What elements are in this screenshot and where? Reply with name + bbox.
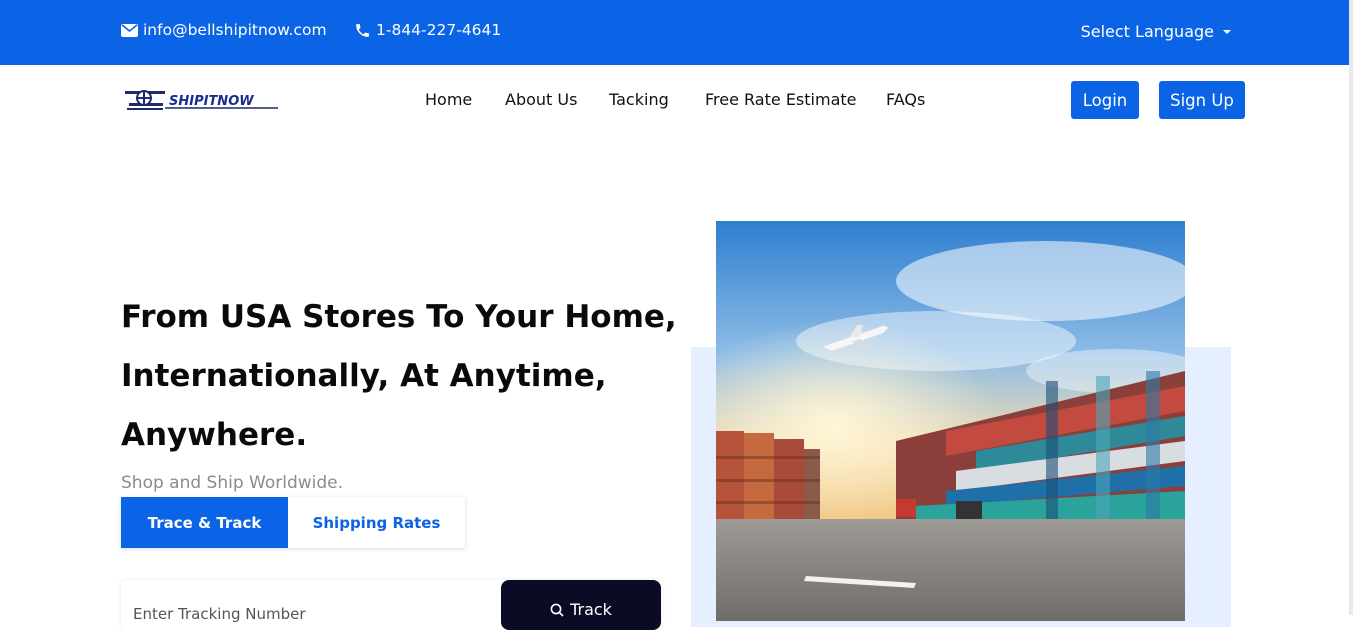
nav-about-us[interactable]: About Us bbox=[505, 90, 577, 109]
logo[interactable]: SHIPITNOW bbox=[123, 85, 283, 117]
email-text: info@bellshipitnow.com bbox=[143, 21, 327, 39]
hero-image-port-containers bbox=[716, 221, 1185, 621]
phone-text: 1-844-227-4641 bbox=[376, 21, 502, 39]
track-button-label: Track bbox=[570, 600, 612, 619]
tracking-form: Track bbox=[121, 580, 661, 630]
caret-down-icon bbox=[1223, 29, 1231, 34]
tab-shipping-rates[interactable]: Shipping Rates bbox=[288, 497, 465, 548]
tracking-number-input[interactable] bbox=[121, 580, 501, 630]
email-contact[interactable]: info@bellshipitnow.com bbox=[121, 21, 327, 39]
language-label: Select Language bbox=[1080, 22, 1214, 41]
top-bar: info@bellshipitnow.com 1-844-227-4641 Se… bbox=[0, 0, 1353, 65]
nav-home[interactable]: Home bbox=[425, 90, 472, 109]
envelope-icon bbox=[121, 23, 138, 37]
phone-icon bbox=[356, 23, 369, 37]
tracking-tabs: Trace & Track Shipping Rates bbox=[121, 497, 465, 548]
login-button[interactable]: Login bbox=[1071, 81, 1139, 119]
language-selector[interactable]: Select Language bbox=[1081, 22, 1231, 41]
hero-title: From USA Stores To Your Home, Internatio… bbox=[121, 288, 681, 465]
logo-text: SHIPITNOW bbox=[169, 94, 254, 109]
nav-faqs[interactable]: FAQs bbox=[886, 90, 925, 109]
hero-title-line: From USA Stores To Your Home, bbox=[121, 299, 677, 335]
tab-trace-track[interactable]: Trace & Track bbox=[121, 497, 288, 548]
hero-title-line: Internationally, At Anytime, bbox=[121, 358, 607, 394]
track-button[interactable]: Track bbox=[501, 580, 661, 630]
hero-subtitle: Shop and Ship Worldwide. bbox=[121, 473, 344, 493]
scrollbar[interactable] bbox=[1349, 0, 1353, 615]
nav-free-rate-estimate[interactable]: Free Rate Estimate bbox=[705, 90, 856, 109]
signup-button[interactable]: Sign Up bbox=[1159, 81, 1245, 119]
phone-contact[interactable]: 1-844-227-4641 bbox=[354, 21, 501, 39]
nav-tracking[interactable]: Tacking bbox=[609, 90, 669, 109]
hero-title-line: Anywhere. bbox=[121, 417, 308, 453]
